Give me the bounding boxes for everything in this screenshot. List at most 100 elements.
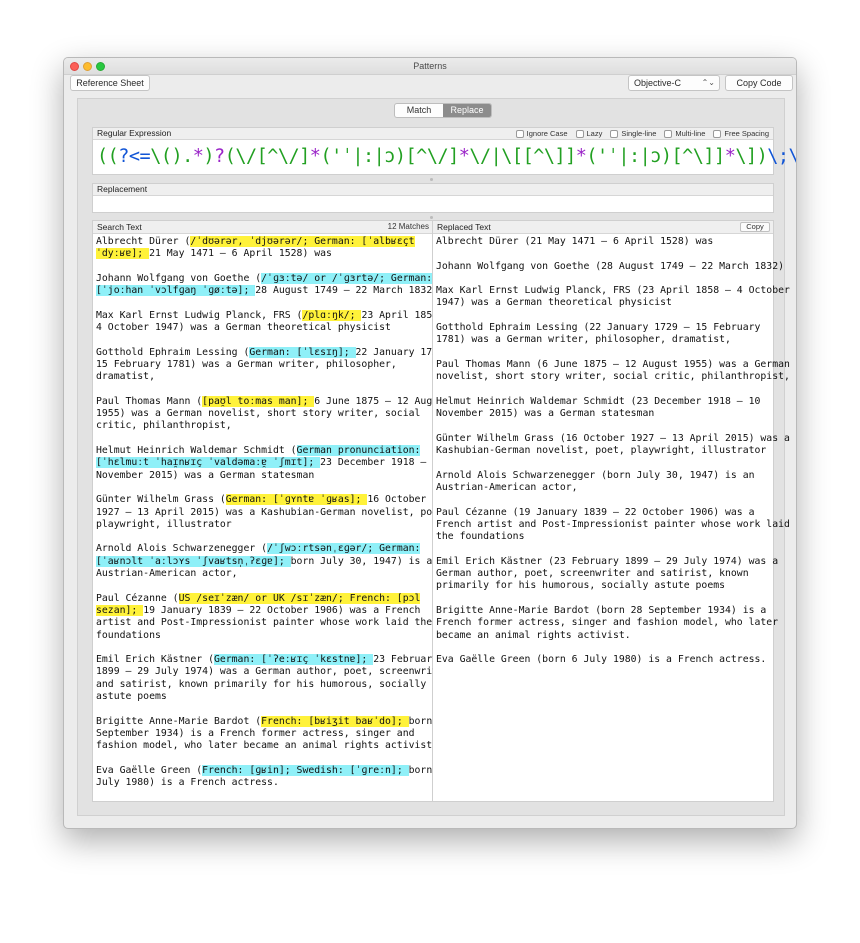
- entry-text: Helmut Heinrich Waldemar Schmidt (: [96, 445, 297, 457]
- tab-match[interactable]: Match: [395, 104, 443, 117]
- search-entry: Gotthold Ephraim Lessing (German: [ˈlɛsɪ…: [96, 346, 456, 384]
- match-highlight: French: [ɡʁin]; Swedish: [ˈɡreːn];: [202, 764, 409, 776]
- entry-text: Paul Cézanne (: [96, 592, 179, 604]
- replaced-entry: Helmut Heinrich Waldemar Schmidt (23 Dec…: [436, 395, 761, 420]
- replaced-entry: Max Karl Ernst Ludwig Planck, FRS (23 Ap…: [436, 285, 790, 309]
- option-multi-line[interactable]: Multi-line: [664, 128, 705, 139]
- regex-token: *: [458, 146, 470, 167]
- window-title: Patterns: [413, 61, 447, 71]
- replaced-entry: Eva Gaëlle Green (born 6 July 1980) is a…: [436, 654, 767, 666]
- search-entry: Emil Erich Kästner (German: [ˈʔeːʁɪç ˈkɛ…: [96, 654, 450, 703]
- checkbox-icon[interactable]: [575, 129, 584, 138]
- title-bar: Patterns: [64, 58, 796, 75]
- regex-token: *: [575, 146, 587, 167]
- reference-sheet-button[interactable]: Reference Sheet: [70, 75, 150, 91]
- regex-token: ?: [214, 146, 225, 167]
- replacement-label: Replacement: [97, 184, 148, 194]
- regex-token: (\/[^\/]: [224, 146, 311, 167]
- replaced-entry: Arnold Alois Schwarzenegger (born July 3…: [436, 469, 755, 493]
- entry-text: Johann Wolfgang von Goethe (: [96, 272, 262, 284]
- regex-token: ): [203, 146, 215, 167]
- replaced-entry: Günter Wilhelm Grass (16 October 1927 – …: [436, 432, 790, 457]
- match-highlight: /plɑːŋk/;: [302, 309, 362, 321]
- option-lazy[interactable]: Lazy: [575, 128, 602, 139]
- regex-token: ((: [97, 146, 119, 167]
- checkbox-icon[interactable]: [713, 129, 722, 138]
- replaced-text-pane: Replaced Text Copy Albrecht Dürer (21 Ma…: [433, 220, 790, 802]
- checkbox-icon[interactable]: [610, 129, 619, 138]
- regex-token: ('ˈ|:|ɔ)[^\]]: [586, 146, 725, 167]
- regex-token: *: [309, 146, 321, 167]
- language-select[interactable]: Objective-C ⌃⌄: [628, 75, 720, 91]
- match-highlight: German: [ˈɡʏntɐ ˈɡʁas];: [225, 494, 368, 506]
- entry-text: Albrecht Dürer (: [96, 236, 191, 247]
- entry-text: Max Karl Ernst Ludwig Planck, FRS (: [96, 309, 303, 321]
- replaced-entry: Brigitte Anne-Marie Bardot (born 28 Sept…: [436, 604, 779, 641]
- copy-replaced-button[interactable]: Copy: [740, 222, 770, 232]
- entry-text: Arnold Alois Schwarzenegger (: [96, 543, 268, 555]
- regex-token: \(: [150, 146, 172, 167]
- regex-panel: Regular Expression Ignore Case Lazy Sing…: [92, 127, 796, 175]
- search-entry: Günter Wilhelm Grass (German: [ˈɡʏntɐ ˈɡ…: [96, 494, 450, 531]
- search-text-pane[interactable]: Search Text 12 Matches Albrecht Dürer (/…: [92, 220, 456, 802]
- regex-token: ).: [171, 146, 193, 167]
- regex-input[interactable]: ((?<=\().*)?(\/[^\/]*('ˈ|:|ɔ)[^\/]*\/|\[…: [97, 144, 796, 170]
- match-highlight: [paʊ̯l toːmas man];: [202, 395, 315, 407]
- option-free-spacing[interactable]: Free Spacing: [713, 128, 769, 139]
- checkbox-icon[interactable]: [664, 129, 673, 138]
- search-entry: Eva Gaëlle Green (French: [ɡʁin]; Swedis…: [96, 764, 444, 790]
- replaced-entry: Johann Wolfgang von Goethe (28 August 17…: [436, 260, 784, 272]
- entry-text: Günter Wilhelm Grass (: [96, 494, 226, 506]
- search-entry: Albrecht Dürer (/ˈdʊərər, ˈdjʊərər/; Ger…: [96, 236, 429, 261]
- search-entry: Paul Cézanne (US /seɪˈzæn/ or UK /sɪˈzæn…: [96, 592, 432, 642]
- match-highlight: German: [ˈʔeːʁɪç ˈkɛstnɐ];: [213, 654, 374, 666]
- tab-replace[interactable]: Replace: [443, 104, 491, 117]
- replacement-header: Replacement: [93, 184, 773, 196]
- replaced-text-body: Albrecht Dürer (21 May 1471 – 6 April 15…: [436, 236, 790, 679]
- search-entry: Paul Thomas Mann ([paʊ̯l toːmas man]; 6 …: [96, 395, 450, 433]
- entry-text: Brigitte Anne-Marie Bardot (: [96, 715, 262, 727]
- splitter-handle[interactable]: [430, 178, 433, 181]
- copy-code-button[interactable]: Copy Code: [725, 75, 793, 91]
- replaced-header: Replaced Text Copy: [433, 221, 773, 234]
- regex-token: \]): [735, 146, 768, 167]
- search-entry: Brigitte Anne-Marie Bardot (French: [bʁi…: [96, 715, 450, 753]
- entry-text: Emil Erich Kästner (: [96, 654, 214, 666]
- regex-token: ('ˈ|:|ɔ)[^\/]: [320, 146, 459, 167]
- language-select-value: Objective-C: [634, 78, 682, 88]
- regex-label: Regular Expression: [97, 128, 172, 138]
- search-text-body[interactable]: Albrecht Dürer (/ˈdʊərər, ˈdjʊərər/; Ger…: [96, 236, 456, 802]
- regex-token: *: [724, 146, 736, 167]
- entry-text: Eva Gaëlle Green (: [96, 764, 203, 776]
- search-entry: Helmut Heinrich Waldemar Schmidt (German…: [96, 445, 444, 482]
- replaced-entry: Albrecht Dürer (21 May 1471 – 6 April 15…: [436, 236, 714, 247]
- replacement-panel: Replacement: [92, 183, 774, 213]
- entry-text: 28 August 1749 – 22 March 1832): [255, 285, 439, 297]
- regex-header: Regular Expression Ignore Case Lazy Sing…: [93, 128, 773, 140]
- regex-token: *: [192, 146, 204, 167]
- option-ignore-case[interactable]: Ignore Case: [515, 128, 568, 139]
- splitter-handle[interactable]: [430, 216, 433, 219]
- entry-text: 21 May 1471 – 6 April 1528) was: [149, 248, 332, 260]
- regex-token: \/|\[[^\]]: [469, 146, 576, 167]
- match-highlight: French: [bʁiʒit baʁˈdo];: [261, 715, 409, 727]
- checkbox-icon[interactable]: [515, 129, 524, 138]
- entry-text: Paul Thomas Mann (: [96, 395, 203, 407]
- app-window: Patterns Reference Sheet Objective-C ⌃⌄ …: [63, 57, 797, 829]
- search-entry: Arnold Alois Schwarzenegger (/ˈʃwɔːrtsən…: [96, 543, 438, 580]
- replaced-label: Replaced Text: [437, 222, 491, 232]
- content-area: Match Replace Regular Expression Ignore …: [77, 98, 796, 816]
- search-entry: Johann Wolfgang von Goethe (/ˈɡɜːtə/ or …: [96, 272, 438, 298]
- replaced-entry: Gotthold Ephraim Lessing (22 January 172…: [436, 322, 761, 346]
- option-single-line[interactable]: Single-line: [610, 128, 656, 139]
- regex-options: Ignore Case Lazy Single-line Multi-line …: [515, 128, 769, 139]
- mode-segmented-control: Match Replace: [394, 103, 492, 118]
- match-highlight: German: [ˈlɛsɪŋ];: [249, 346, 356, 358]
- replaced-entry: Paul Cézanne (19 January 1839 – 22 Octob…: [436, 506, 790, 543]
- replaced-entry: Paul Thomas Mann (6 June 1875 – 12 Augus…: [436, 358, 790, 383]
- replacement-input[interactable]: [97, 197, 769, 212]
- regex-token: ?<=: [118, 146, 151, 167]
- matches-count: 12 Matches: [387, 222, 429, 231]
- regex-token: \;\s: [767, 146, 796, 167]
- entry-text: Gotthold Ephraim Lessing (: [96, 346, 250, 358]
